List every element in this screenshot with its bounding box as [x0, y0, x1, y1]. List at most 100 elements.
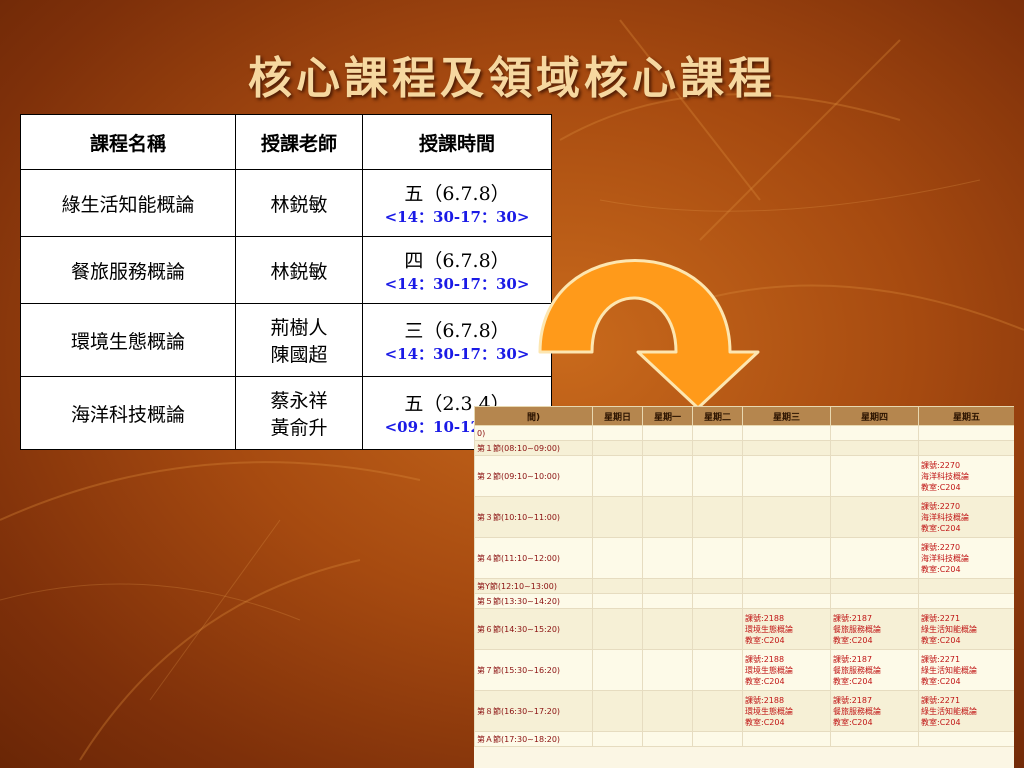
schedule-cell-text: 教室:C204: [921, 482, 961, 492]
schedule-body: 0) 第１節(08:10~09:00) 第２節(09:10~10:00) 課號:227…: [474, 425, 1014, 747]
schedule-header-day: 星期二: [692, 406, 743, 426]
schedule-period-label: 第Y節(12:10~13:00): [474, 578, 593, 594]
header-time: 授課時間: [362, 114, 552, 170]
schedule-row: 第１節(08:10~09:00): [474, 440, 1014, 456]
schedule-cell-text: 課號:2188: [745, 695, 785, 705]
teacher-name: 林鋭敏: [270, 193, 328, 216]
schedule-cell-text: 課號:2187: [833, 613, 873, 623]
schedule-cell-text: 教室:C204: [921, 635, 961, 645]
schedule-cell-text: 課號:2188: [745, 654, 785, 664]
course-name: 海洋科技概論: [20, 376, 236, 450]
schedule-table: 間) 星期日 星期一 星期二 星期三 星期四 星期五 0) 第１節(08:10~09:00) 第…: [474, 406, 1014, 747]
schedule-row: 0): [474, 425, 1014, 441]
schedule-cell-text: 餐旅服務概論: [833, 665, 881, 675]
header-course-name: 課程名稱: [20, 114, 236, 170]
schedule-row: 第Ａ節(17:30~18:20): [474, 731, 1014, 747]
time-range: <14：30-17：30>: [384, 345, 530, 363]
schedule-cell: [592, 440, 643, 456]
schedule-cell: [642, 455, 693, 497]
schedule-cell: [692, 537, 743, 579]
schedule-cell-text: 課號:2187: [833, 654, 873, 664]
course-name: 餐旅服務概論: [20, 236, 236, 304]
schedule-cell: [742, 425, 831, 441]
schedule-cell: 課號:2187 餐旅服務概論 教室:C204: [830, 608, 919, 650]
schedule-cell: [742, 731, 831, 747]
schedule-cell: [592, 608, 643, 650]
schedule-cell: [642, 593, 693, 609]
header-teacher: 授課老師: [235, 114, 363, 170]
schedule-cell: [742, 537, 831, 579]
schedule-cell-text: 課號:2188: [745, 613, 785, 623]
schedule-cell: [830, 440, 919, 456]
schedule-cell: 課號:2187 餐旅服務概論 教室:C204: [830, 649, 919, 691]
schedule-row: 第５節(13:30~14:20): [474, 593, 1014, 609]
schedule-cell: [642, 578, 693, 594]
schedule-period-label: 第７節(15:30~16:20): [474, 649, 593, 691]
schedule-cell-text: 教室:C204: [833, 635, 873, 645]
schedule-row: 第Y節(12:10~13:00): [474, 578, 1014, 594]
schedule-cell-text: 綠生活知能概論: [921, 624, 977, 634]
time-range: <14：30-17：30>: [384, 275, 530, 293]
teacher-cell: 蔡永祥 黃俞升: [235, 376, 363, 450]
time-cell: 三（6.7.8） <14：30-17：30>: [362, 303, 552, 377]
schedule-period-label: 0): [474, 425, 593, 441]
schedule-period-label: 第４節(11:10~12:00): [474, 537, 593, 579]
schedule-cell: [642, 440, 693, 456]
schedule-cell: 課號:2188 環境生態概論 教室:C204: [742, 608, 831, 650]
schedule-cell-text: 教室:C204: [921, 717, 961, 727]
schedule-cell: 課號:2271 綠生活知能概論 教室:C204: [918, 690, 1014, 732]
schedule-row: 第７節(15:30~16:20) 課號:2188 環境生態概論 教室:C204 課號:2…: [474, 649, 1014, 691]
schedule-cell-text: 環境生態概論: [745, 665, 793, 675]
schedule-cell: [742, 578, 831, 594]
schedule-cell: [830, 537, 919, 579]
course-name: 環境生態概論: [20, 303, 236, 377]
schedule-cell: 課號:2188 環境生態概論 教室:C204: [742, 649, 831, 691]
schedule-cell-text: 綠生活知能概論: [921, 665, 977, 675]
schedule-cell-text: 海洋科技概論: [921, 471, 969, 481]
schedule-row: 第４節(11:10~12:00) 課號:2270 海洋科技概論 教室:C204: [474, 537, 1014, 579]
table-row: 環境生態概論 荊樹人 陳國超 三（6.7.8） <14：30-17：30>: [20, 303, 552, 377]
schedule-cell: 課號:2270 海洋科技概論 教室:C204: [918, 496, 1014, 538]
schedule-cell: [918, 425, 1014, 441]
schedule-cell: [830, 731, 919, 747]
schedule-cell: [642, 537, 693, 579]
teacher-name: 林鋭敏: [270, 260, 328, 283]
schedule-cell-text: 環境生態概論: [745, 624, 793, 634]
schedule-cell: [592, 537, 643, 579]
schedule-cell: [642, 690, 693, 732]
schedule-cell: [692, 649, 743, 691]
time-day: 四（6.7.8）: [404, 250, 510, 272]
schedule-cell: [918, 440, 1014, 456]
time-day: 三（6.7.8）: [404, 320, 510, 342]
schedule-cell: [830, 455, 919, 497]
schedule-cell: 課號:2271 綠生活知能概論 教室:C204: [918, 649, 1014, 691]
schedule-cell: [692, 690, 743, 732]
schedule-cell: [692, 440, 743, 456]
schedule-header-day: 星期日: [592, 406, 643, 426]
schedule-cell: [692, 593, 743, 609]
schedule-cell: [642, 496, 693, 538]
schedule-cell-text: 課號:2271: [921, 654, 961, 664]
time-range: <14：30-17：30>: [384, 208, 530, 226]
schedule-cell: [592, 578, 643, 594]
schedule-row: 第３節(10:10~11:00) 課號:2270 海洋科技概論 教室:C204: [474, 496, 1014, 538]
schedule-header-day: 星期五: [918, 406, 1014, 426]
teacher-name: 陳國超: [270, 344, 328, 366]
schedule-cell: [592, 731, 643, 747]
schedule-cell-text: 海洋科技概論: [921, 553, 969, 563]
schedule-cell: [642, 608, 693, 650]
schedule-cell-text: 課號:2270: [921, 542, 961, 552]
table-row: 餐旅服務概論 林鋭敏 四（6.7.8） <14：30-17：30>: [20, 236, 552, 304]
table-row: 綠生活知能概論 林鋭敏 五（6.7.8） <14：30-17：30>: [20, 169, 552, 237]
teacher-name: 蔡永祥: [270, 390, 328, 412]
schedule-cell: [742, 496, 831, 538]
schedule-cell: [742, 455, 831, 497]
schedule-cell-text: 教室:C204: [921, 676, 961, 686]
schedule-cell: [830, 425, 919, 441]
schedule-cell: [692, 455, 743, 497]
schedule-cell-text: 教室:C204: [745, 635, 785, 645]
schedule-cell: [642, 649, 693, 691]
teacher-cell: 林鋭敏: [235, 236, 363, 304]
schedule-cell: 課號:2187 餐旅服務概論 教室:C204: [830, 690, 919, 732]
schedule-cell: [592, 593, 643, 609]
